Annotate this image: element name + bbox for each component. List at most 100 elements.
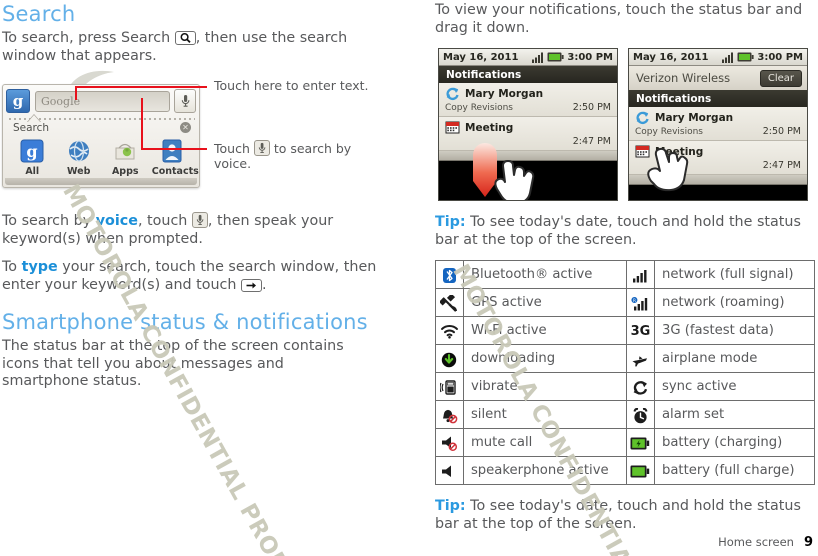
market-bag-icon xyxy=(112,138,138,164)
search-intro-part1: To search, press Search xyxy=(2,30,175,46)
calendar-icon xyxy=(445,120,460,135)
silent-bell-icon xyxy=(435,400,464,429)
heading-smartphone-status: Smartphone status & notifications xyxy=(2,310,368,334)
icon-label: Wi-Fi active xyxy=(462,316,627,345)
table-row: mute call battery (charging) xyxy=(435,428,816,457)
voice-part2: , touch xyxy=(137,213,192,229)
tab-label: Web xyxy=(67,166,91,177)
table-row: speakerphone active battery (full charge… xyxy=(435,456,816,485)
notification-time: 2:47 PM xyxy=(762,160,801,171)
sidebar-item-all[interactable]: g All xyxy=(12,138,52,177)
carrier-name: Verizon Wireless xyxy=(636,71,731,85)
icon-label: vibrate xyxy=(462,372,627,401)
notification-title: Meeting xyxy=(655,145,704,158)
microphone-icon xyxy=(191,212,208,228)
notifications-header: Notifications xyxy=(629,90,807,107)
sync-icon xyxy=(445,86,460,101)
status-bar: May 16, 2011 3:00 PM xyxy=(439,49,617,66)
tip-paragraph-2: Tip: To see today's date, touch and hold… xyxy=(435,498,815,533)
clear-button[interactable]: Clear xyxy=(759,69,802,87)
tip-body: To see today's date, touch and hold the … xyxy=(435,214,801,248)
sidebar-item-web[interactable]: Web xyxy=(59,138,99,177)
notification-title: Mary Morgan xyxy=(655,111,734,124)
phone-screenshots: May 16, 2011 3:00 PM Notifications Mary … xyxy=(438,48,818,203)
leader-line-text-horizontal xyxy=(75,86,207,88)
phone-screenshot-right: May 16, 2011 3:00 PM Verizon Wireless Cl… xyxy=(628,48,808,201)
page-number: 9 xyxy=(803,535,813,550)
shade-handle[interactable] xyxy=(629,175,807,185)
status-date: May 16, 2011 xyxy=(633,51,709,63)
google-g-icon[interactable]: g xyxy=(6,89,30,113)
left-column: Search To search, press Search , then us… xyxy=(0,0,400,402)
tip-label: Tip: xyxy=(435,498,466,514)
footer-label: Home screen xyxy=(718,535,794,549)
icon-label: airplane mode xyxy=(653,344,816,373)
icon-label: 3G (fastest data) xyxy=(653,316,816,345)
sync-icon xyxy=(625,372,655,401)
carrier-row: Verizon Wireless Clear xyxy=(629,66,807,90)
globe-icon xyxy=(66,138,92,164)
notification-time: 2:50 PM xyxy=(762,126,801,137)
icon-label: silent xyxy=(462,400,627,429)
calendar-icon xyxy=(635,144,650,159)
icon-label: downloading xyxy=(462,344,627,373)
paragraph-search-intro: To search, press Search , then use the s… xyxy=(2,30,354,65)
table-row: vibrate sync active xyxy=(435,372,816,401)
sidebar-item-apps[interactable]: Apps xyxy=(105,138,145,177)
table-row: Wi-Fi active 3G 3G (fastest data) xyxy=(435,316,816,345)
status-date: May 16, 2011 xyxy=(443,51,519,63)
shade-handle[interactable] xyxy=(439,151,617,161)
battery-full-icon xyxy=(737,52,754,62)
tip-label: Tip: xyxy=(435,214,466,230)
icon-label: GPS active xyxy=(462,288,627,317)
svg-text:R: R xyxy=(633,298,636,303)
status-icon-table: Bluetooth® active network (full signal) … xyxy=(435,260,816,485)
status-time: 3:00 PM xyxy=(567,51,613,63)
icon-label: battery (full charge) xyxy=(653,456,816,485)
type-part2: your search, touch the search window, th… xyxy=(2,259,377,293)
wifi-icon xyxy=(435,316,464,345)
notification-item[interactable]: Meeting 2:47 PM xyxy=(629,141,807,175)
search-widget-illustration: g Google Search ✕ g All Web Apps Contact… xyxy=(2,70,207,196)
status-time: 3:00 PM xyxy=(757,51,803,63)
gps-satellite-icon xyxy=(435,288,464,317)
paragraph-status-bar: The status bar at the top of the screen … xyxy=(2,338,344,389)
paragraph-voice-search: To search by voice, touch , then speak y… xyxy=(2,212,362,248)
airplane-icon xyxy=(625,344,655,373)
icon-label: mute call xyxy=(462,428,627,457)
search-widget-frame: g Google Search ✕ g All Web Apps Contact… xyxy=(2,84,200,188)
table-row: Bluetooth® active network (full signal) xyxy=(435,260,816,289)
notification-subtitle: Copy Revisions xyxy=(445,103,513,113)
tip-paragraph-1: Tip: To see today's date, touch and hold… xyxy=(435,214,815,249)
tip-body: To see today's date, touch and hold the … xyxy=(435,498,801,532)
download-icon xyxy=(435,344,464,373)
notification-time: 2:47 PM xyxy=(572,136,611,147)
close-icon[interactable]: ✕ xyxy=(180,122,191,133)
table-row: downloading airplane mode xyxy=(435,344,816,373)
callout-voice-search: Touch to search by voice. xyxy=(214,140,374,171)
leader-line-voice-horizontal xyxy=(141,148,207,150)
voice-search-mic-icon[interactable] xyxy=(174,89,196,113)
signal-full-icon xyxy=(532,52,544,63)
enter-arrow-icon xyxy=(241,278,263,292)
sidebar-item-contacts[interactable]: Contacts xyxy=(152,138,199,177)
phone-screenshot-left: May 16, 2011 3:00 PM Notifications Mary … xyxy=(438,48,618,201)
voice-part1: To search by xyxy=(2,213,96,229)
icon-label: network (roaming) xyxy=(653,288,816,317)
tab-label: Apps xyxy=(111,166,139,177)
type-part1: To xyxy=(2,259,22,275)
keyword-type: type xyxy=(21,259,58,275)
notification-item[interactable]: Mary Morgan Copy Revisions 2:50 PM xyxy=(629,107,807,141)
callout-voice-part1: Touch xyxy=(214,141,254,156)
notification-item[interactable]: Meeting 2:47 PM xyxy=(439,117,617,151)
page-root: MOTOROLA CONFIDENTIAL PROPRIETARY INFORM… xyxy=(0,0,818,556)
signal-full-icon xyxy=(625,260,655,289)
paragraph-view-notifications: To view your notifications, touch the st… xyxy=(435,2,803,36)
icon-label: Bluetooth® active xyxy=(462,260,627,289)
notification-item[interactable]: Mary Morgan Copy Revisions 2:50 PM xyxy=(439,83,617,117)
speakerphone-icon xyxy=(435,456,464,485)
svg-text:g: g xyxy=(27,142,38,161)
3g-label: 3G xyxy=(630,324,651,339)
search-input[interactable]: Google xyxy=(35,90,170,112)
battery-full-icon xyxy=(547,52,564,62)
